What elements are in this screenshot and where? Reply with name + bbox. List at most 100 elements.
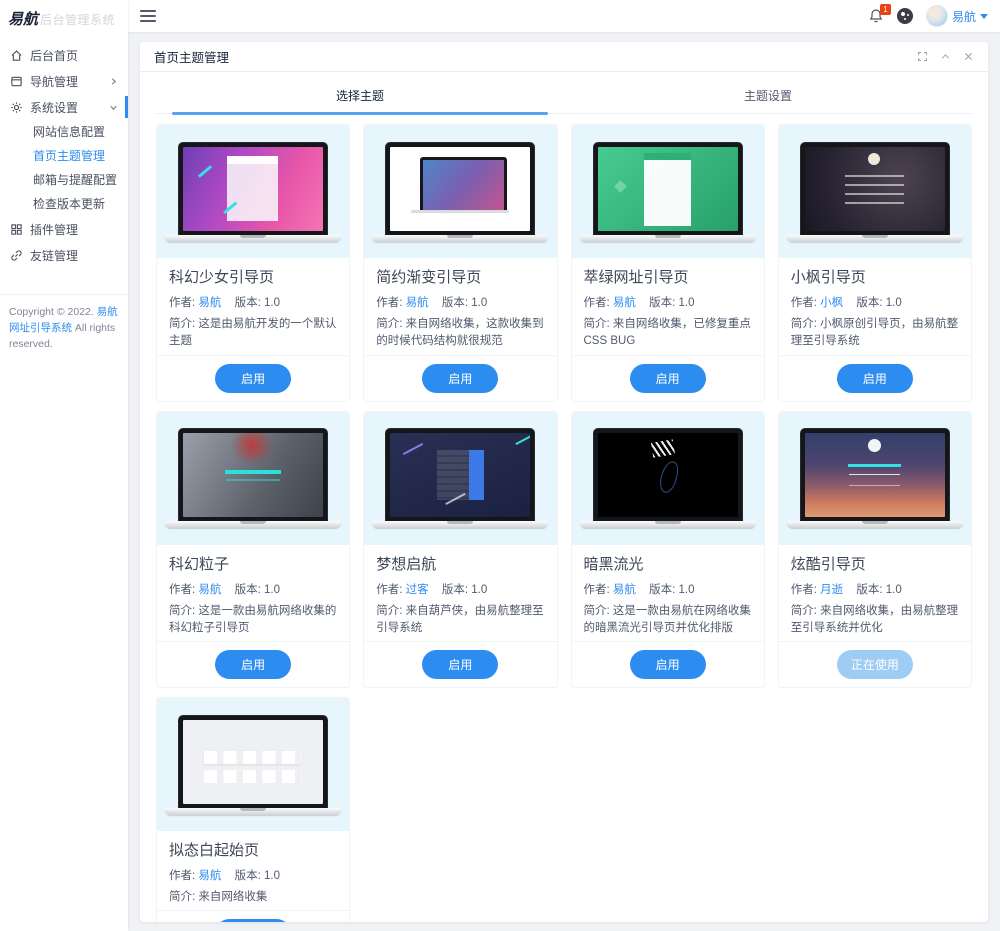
fullscreen-icon[interactable]: [917, 51, 928, 62]
laptop-mockup: [165, 714, 342, 815]
theme-thumbnail: [571, 411, 764, 545]
apply-theme-button[interactable]: 启用: [629, 363, 706, 393]
sidebar-item-plugin-manage[interactable]: 插件管理: [0, 216, 128, 242]
theme-card: 萃绿网址引导页 作者: 易航 版本: 1.0 简介: 来自网络收集，已修复重点C…: [570, 124, 765, 402]
theme-card: 炫酷引导页 作者: 月逝 版本: 1.0 简介: 来自网络收集，由易航整理至引导…: [777, 410, 972, 688]
app-logo: 易航 后台管理系统: [0, 0, 128, 32]
theme-card: 小枫引导页 作者: 小枫 版本: 1.0 简介: 小枫原创引导页，由易航整理至引…: [777, 124, 972, 402]
sidebar-item-label: 友链管理: [30, 248, 79, 263]
system-settings-submenu: 网站信息配置 首页主题管理 邮箱与提醒配置 检查版本更新: [0, 120, 128, 216]
theme-version: 1.0: [885, 297, 902, 309]
home-icon: [11, 49, 22, 61]
author-link[interactable]: 易航: [198, 297, 221, 309]
sidebar: 易航 后台管理系统 后台首页 导航管理 系统设置 网站信息配置 首页主题管理 邮…: [0, 0, 128, 931]
submenu-item-site-info[interactable]: 网站信息配置: [0, 120, 128, 144]
sidebar-item-friend-links[interactable]: 友链管理: [0, 242, 128, 268]
plugin-grid-icon: [11, 223, 22, 235]
sidebar-item-label: 插件管理: [30, 222, 79, 237]
theme-card: 科幻少女引导页 作者: 易航 版本: 1.0 简介: 这是由易航开发的一个默认主…: [156, 124, 351, 402]
theme-card: 简约渐变引导页 作者: 易航 版本: 1.0 简介: 来自网络收集，这款收集到的…: [363, 124, 558, 402]
topbar: 1 易航: [128, 0, 1000, 32]
theme-thumbnail: [778, 411, 971, 545]
author-link[interactable]: 月逝: [820, 584, 843, 596]
theme-thumbnail: [157, 125, 350, 258]
theme-meta: 作者: 小枫 版本: 1.0: [790, 297, 902, 309]
sidebar-item-dashboard[interactable]: 后台首页: [0, 42, 128, 68]
apply-theme-button[interactable]: 启用: [215, 650, 292, 679]
theme-card: 拟态白起始页 作者: 易航 版本: 1.0 简介: 来自网络收集 启用: [156, 697, 351, 922]
close-icon[interactable]: [963, 51, 974, 62]
apply-theme-button[interactable]: 启用: [836, 363, 913, 393]
sidebar-item-label: 后台首页: [30, 48, 79, 63]
sidebar-item-nav-manage[interactable]: 导航管理: [0, 68, 128, 94]
laptop-mockup: [372, 141, 549, 242]
theme-thumbnail: [778, 125, 971, 258]
apply-theme-button[interactable]: 启用: [422, 650, 499, 679]
theme-name: 暗黑流光: [583, 555, 644, 573]
theme-name: 科幻少女引导页: [169, 269, 275, 286]
theme-thumbnail: [157, 411, 350, 545]
theme-skin-icon[interactable]: [896, 8, 913, 24]
theme-description: 简介: 来自葫芦侠，由易航整理至引导系统: [376, 604, 544, 634]
theme-thumbnail: [571, 125, 764, 258]
gear-icon: [11, 101, 22, 113]
theme-description: 简介: 小枫原创引导页，由易航整理至引导系统: [790, 318, 959, 348]
theme-version: 1.0: [678, 297, 695, 309]
avatar: [925, 5, 948, 27]
theme-name: 小枫引导页: [790, 269, 866, 286]
author-link[interactable]: 易航: [198, 584, 221, 596]
notifications-button[interactable]: 1: [868, 4, 891, 24]
sidebar-toggle-button[interactable]: [140, 10, 156, 22]
theme-name: 简约渐变引导页: [376, 269, 482, 286]
author-link[interactable]: 易航: [406, 297, 429, 309]
laptop-mockup: [372, 428, 549, 528]
author-link[interactable]: 过客: [406, 584, 429, 596]
theme-meta: 作者: 过客 版本: 1.0: [376, 583, 488, 596]
collapse-icon[interactable]: [940, 51, 951, 62]
theme-thumbnail: [364, 125, 557, 258]
theme-name: 拟态白起始页: [169, 842, 260, 859]
theme-name: 炫酷引导页: [790, 555, 866, 573]
tabs: 选择主题 主题设置: [156, 80, 972, 115]
submenu-item-check-update[interactable]: 检查版本更新: [0, 192, 128, 216]
theme-name: 萃绿网址引导页: [583, 269, 689, 286]
theme-in-use-button[interactable]: 正在使用: [836, 650, 913, 679]
theme-version: 1.0: [885, 583, 902, 596]
theme-thumbnail: [364, 411, 557, 545]
user-menu[interactable]: 易航: [925, 5, 988, 27]
author-link[interactable]: 小枫: [820, 297, 843, 309]
laptop-mockup: [165, 141, 342, 242]
author-link[interactable]: 易航: [613, 584, 636, 596]
laptop-mockup: [786, 428, 963, 528]
theme-meta: 作者: 易航 版本: 1.0: [169, 870, 280, 882]
theme-version: 1.0: [471, 297, 488, 309]
theme-meta: 作者: 易航 版本: 1.0: [169, 297, 280, 309]
author-link[interactable]: 易航: [613, 297, 636, 309]
apply-theme-button[interactable]: 启用: [422, 363, 499, 393]
copyright: Copyright © 2022. 易航网址引导系统 All rights re…: [0, 294, 128, 362]
main-content: 首页主题管理 选择主题 主题设置 科幻少女引导页 作者: 易航 版本: 1.0: [128, 32, 1000, 931]
theme-name: 梦想启航: [376, 555, 437, 573]
author-link[interactable]: 易航: [198, 870, 221, 882]
apply-theme-button[interactable]: 启用: [629, 650, 706, 679]
tab-theme-settings[interactable]: 主题设置: [564, 80, 972, 113]
theme-description: 简介: 来自网络收集，由易航整理至引导系统并优化: [790, 604, 959, 634]
brand-subtitle: 后台管理系统: [40, 13, 116, 27]
chevron-right-icon: [111, 77, 117, 85]
tab-select-theme[interactable]: 选择主题: [156, 80, 564, 113]
theme-grid: 科幻少女引导页 作者: 易航 版本: 1.0 简介: 这是由易航开发的一个默认主…: [140, 114, 988, 922]
theme-card: 暗黑流光 作者: 易航 版本: 1.0 简介: 这是一款由易航在网络收集的暗黑流…: [570, 410, 765, 688]
caret-down-icon: [980, 13, 988, 19]
theme-version: 1.0: [263, 297, 280, 309]
apply-theme-button[interactable]: 启用: [215, 363, 292, 393]
theme-thumbnail: [157, 698, 350, 831]
submenu-item-theme-manage[interactable]: 首页主题管理: [0, 144, 128, 168]
sidebar-item-system-settings[interactable]: 系统设置: [0, 94, 128, 120]
brand-name: 易航: [8, 10, 39, 28]
theme-version: 1.0: [263, 583, 280, 596]
apply-theme-button[interactable]: 启用: [215, 919, 292, 922]
submenu-item-mail-config[interactable]: 邮箱与提醒配置: [0, 168, 128, 192]
theme-version: 1.0: [471, 583, 488, 596]
theme-description: 简介: 来自网络收集: [169, 891, 268, 903]
laptop-mockup: [786, 141, 963, 242]
